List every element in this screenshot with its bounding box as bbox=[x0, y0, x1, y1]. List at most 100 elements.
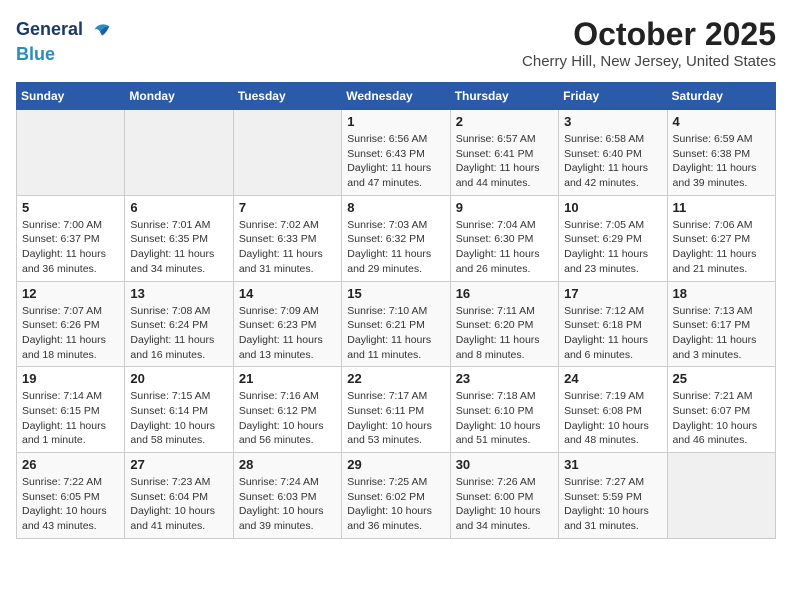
calendar-cell: 18 Sunrise: 7:13 AMSunset: 6:17 PMDayligh… bbox=[667, 281, 775, 367]
day-info: Sunrise: 7:19 AMSunset: 6:08 PMDaylight:… bbox=[564, 389, 661, 448]
day-number: 9 bbox=[456, 200, 553, 215]
weekday-header-tuesday: Tuesday bbox=[233, 83, 341, 110]
day-info: Sunrise: 7:00 AMSunset: 6:37 PMDaylight:… bbox=[22, 218, 119, 277]
day-info: Sunrise: 7:11 AMSunset: 6:20 PMDaylight:… bbox=[456, 304, 553, 363]
day-info: Sunrise: 6:59 AMSunset: 6:38 PMDaylight:… bbox=[673, 132, 770, 191]
day-number: 25 bbox=[673, 371, 770, 386]
title-section: October 2025 Cherry Hill, New Jersey, Un… bbox=[522, 16, 776, 70]
calendar-week-row: 12Sunrise: 7:07 AMSunset: 6:26 PMDayligh… bbox=[17, 281, 776, 367]
day-number: 19 bbox=[22, 371, 119, 386]
calendar-cell: 14Sunrise: 7:09 AMSunset: 6:23 PMDayligh… bbox=[233, 281, 341, 367]
calendar-cell: 19 Sunrise: 7:14 AMSunset: 6:15 PMDayligh… bbox=[17, 367, 125, 453]
day-number: 30 bbox=[456, 457, 553, 472]
calendar-cell: 13 Sunrise: 7:08 AMSunset: 6:24 PMDayligh… bbox=[125, 281, 233, 367]
day-info: Sunrise: 6:56 AMSunset: 6:43 PMDaylight:… bbox=[347, 132, 444, 191]
calendar-cell: 16Sunrise: 7:11 AMSunset: 6:20 PMDayligh… bbox=[450, 281, 558, 367]
day-number: 2 bbox=[456, 114, 553, 129]
day-info: Sunrise: 6:58 AMSunset: 6:40 PMDaylight:… bbox=[564, 132, 661, 191]
day-info: Sunrise: 7:13 AMSunset: 6:17 PMDaylight:… bbox=[673, 304, 770, 363]
day-number: 5 bbox=[22, 200, 119, 215]
day-info: Sunrise: 7:16 AMSunset: 6:12 PMDaylight:… bbox=[239, 389, 336, 448]
calendar-cell: 3 Sunrise: 6:58 AMSunset: 6:40 PMDaylight… bbox=[559, 110, 667, 196]
day-number: 31 bbox=[564, 457, 661, 472]
day-number: 18 bbox=[673, 286, 770, 301]
day-number: 17 bbox=[564, 286, 661, 301]
day-info: Sunrise: 7:22 AMSunset: 6:05 PMDaylight:… bbox=[22, 475, 119, 534]
calendar-cell: 22 Sunrise: 7:17 AMSunset: 6:11 PMDayligh… bbox=[342, 367, 450, 453]
calendar-cell: 24Sunrise: 7:19 AMSunset: 6:08 PMDayligh… bbox=[559, 367, 667, 453]
day-number: 23 bbox=[456, 371, 553, 386]
calendar-cell: 27Sunrise: 7:23 AMSunset: 6:04 PMDayligh… bbox=[125, 453, 233, 539]
day-number: 27 bbox=[130, 457, 227, 472]
weekday-header-sunday: Sunday bbox=[17, 83, 125, 110]
day-info: Sunrise: 7:18 AMSunset: 6:10 PMDaylight:… bbox=[456, 389, 553, 448]
day-number: 7 bbox=[239, 200, 336, 215]
day-info: Sunrise: 7:27 AMSunset: 5:59 PMDaylight:… bbox=[564, 475, 661, 534]
logo-blue-text: Blue bbox=[16, 44, 115, 66]
day-info: Sunrise: 7:03 AMSunset: 6:32 PMDaylight:… bbox=[347, 218, 444, 277]
calendar-cell: 6 Sunrise: 7:01 AMSunset: 6:35 PMDaylight… bbox=[125, 195, 233, 281]
day-info: Sunrise: 7:06 AMSunset: 6:27 PMDaylight:… bbox=[673, 218, 770, 277]
weekday-header-row: SundayMondayTuesdayWednesdayThursdayFrid… bbox=[17, 83, 776, 110]
day-info: Sunrise: 7:07 AMSunset: 6:26 PMDaylight:… bbox=[22, 304, 119, 363]
logo: General Blue bbox=[16, 16, 115, 66]
day-info: Sunrise: 7:15 AMSunset: 6:14 PMDaylight:… bbox=[130, 389, 227, 448]
logo-bird-icon bbox=[87, 16, 115, 44]
day-info: Sunrise: 7:24 AMSunset: 6:03 PMDaylight:… bbox=[239, 475, 336, 534]
day-number: 15 bbox=[347, 286, 444, 301]
day-info: Sunrise: 7:14 AMSunset: 6:15 PMDaylight:… bbox=[22, 389, 119, 448]
calendar-cell: 28Sunrise: 7:24 AMSunset: 6:03 PMDayligh… bbox=[233, 453, 341, 539]
calendar-cell: 11 Sunrise: 7:06 AMSunset: 6:27 PMDayligh… bbox=[667, 195, 775, 281]
day-number: 26 bbox=[22, 457, 119, 472]
calendar-cell: 31 Sunrise: 7:27 AMSunset: 5:59 PMDayligh… bbox=[559, 453, 667, 539]
weekday-header-wednesday: Wednesday bbox=[342, 83, 450, 110]
day-info: Sunrise: 7:17 AMSunset: 6:11 PMDaylight:… bbox=[347, 389, 444, 448]
day-info: Sunrise: 7:12 AMSunset: 6:18 PMDaylight:… bbox=[564, 304, 661, 363]
day-number: 4 bbox=[673, 114, 770, 129]
weekday-header-thursday: Thursday bbox=[450, 83, 558, 110]
day-number: 11 bbox=[673, 200, 770, 215]
calendar-cell: 8Sunrise: 7:03 AMSunset: 6:32 PMDaylight… bbox=[342, 195, 450, 281]
day-number: 22 bbox=[347, 371, 444, 386]
day-number: 10 bbox=[564, 200, 661, 215]
calendar-cell: 9 Sunrise: 7:04 AMSunset: 6:30 PMDaylight… bbox=[450, 195, 558, 281]
page-header: General Blue October 2025 Cherry Hill, N… bbox=[16, 16, 776, 70]
logo-text: General bbox=[16, 19, 83, 41]
weekday-header-saturday: Saturday bbox=[667, 83, 775, 110]
calendar-cell: 26 Sunrise: 7:22 AMSunset: 6:05 PMDayligh… bbox=[17, 453, 125, 539]
day-info: Sunrise: 7:02 AMSunset: 6:33 PMDaylight:… bbox=[239, 218, 336, 277]
day-number: 3 bbox=[564, 114, 661, 129]
calendar-cell: 2Sunrise: 6:57 AMSunset: 6:41 PMDaylight… bbox=[450, 110, 558, 196]
calendar-cell: 20 Sunrise: 7:15 AMSunset: 6:14 PMDayligh… bbox=[125, 367, 233, 453]
day-number: 6 bbox=[130, 200, 227, 215]
calendar-week-row: 5 Sunrise: 7:00 AMSunset: 6:37 PMDaylight… bbox=[17, 195, 776, 281]
day-info: Sunrise: 7:01 AMSunset: 6:35 PMDaylight:… bbox=[130, 218, 227, 277]
calendar-cell: 29Sunrise: 7:25 AMSunset: 6:02 PMDayligh… bbox=[342, 453, 450, 539]
calendar-cell bbox=[233, 110, 341, 196]
day-number: 1 bbox=[347, 114, 444, 129]
calendar-cell: 25Sunrise: 7:21 AMSunset: 6:07 PMDayligh… bbox=[667, 367, 775, 453]
weekday-header-monday: Monday bbox=[125, 83, 233, 110]
calendar-week-row: 1 Sunrise: 6:56 AMSunset: 6:43 PMDaylight… bbox=[17, 110, 776, 196]
day-number: 29 bbox=[347, 457, 444, 472]
day-number: 13 bbox=[130, 286, 227, 301]
calendar-cell: 30 Sunrise: 7:26 AMSunset: 6:00 PMDayligh… bbox=[450, 453, 558, 539]
day-info: Sunrise: 7:26 AMSunset: 6:00 PMDaylight:… bbox=[456, 475, 553, 534]
location-text: Cherry Hill, New Jersey, United States bbox=[522, 53, 776, 70]
calendar-cell: 4 Sunrise: 6:59 AMSunset: 6:38 PMDaylight… bbox=[667, 110, 775, 196]
month-title: October 2025 bbox=[522, 16, 776, 53]
calendar-cell: 15 Sunrise: 7:10 AMSunset: 6:21 PMDayligh… bbox=[342, 281, 450, 367]
calendar-cell: 23 Sunrise: 7:18 AMSunset: 6:10 PMDayligh… bbox=[450, 367, 558, 453]
day-info: Sunrise: 7:04 AMSunset: 6:30 PMDaylight:… bbox=[456, 218, 553, 277]
calendar-cell bbox=[667, 453, 775, 539]
calendar-cell: 10 Sunrise: 7:05 AMSunset: 6:29 PMDayligh… bbox=[559, 195, 667, 281]
calendar-cell: 12Sunrise: 7:07 AMSunset: 6:26 PMDayligh… bbox=[17, 281, 125, 367]
weekday-header-friday: Friday bbox=[559, 83, 667, 110]
day-number: 20 bbox=[130, 371, 227, 386]
calendar-cell: 1 Sunrise: 6:56 AMSunset: 6:43 PMDaylight… bbox=[342, 110, 450, 196]
day-info: Sunrise: 7:05 AMSunset: 6:29 PMDaylight:… bbox=[564, 218, 661, 277]
day-info: Sunrise: 7:10 AMSunset: 6:21 PMDaylight:… bbox=[347, 304, 444, 363]
calendar-week-row: 19 Sunrise: 7:14 AMSunset: 6:15 PMDayligh… bbox=[17, 367, 776, 453]
calendar-cell: 21Sunrise: 7:16 AMSunset: 6:12 PMDayligh… bbox=[233, 367, 341, 453]
day-info: Sunrise: 7:08 AMSunset: 6:24 PMDaylight:… bbox=[130, 304, 227, 363]
